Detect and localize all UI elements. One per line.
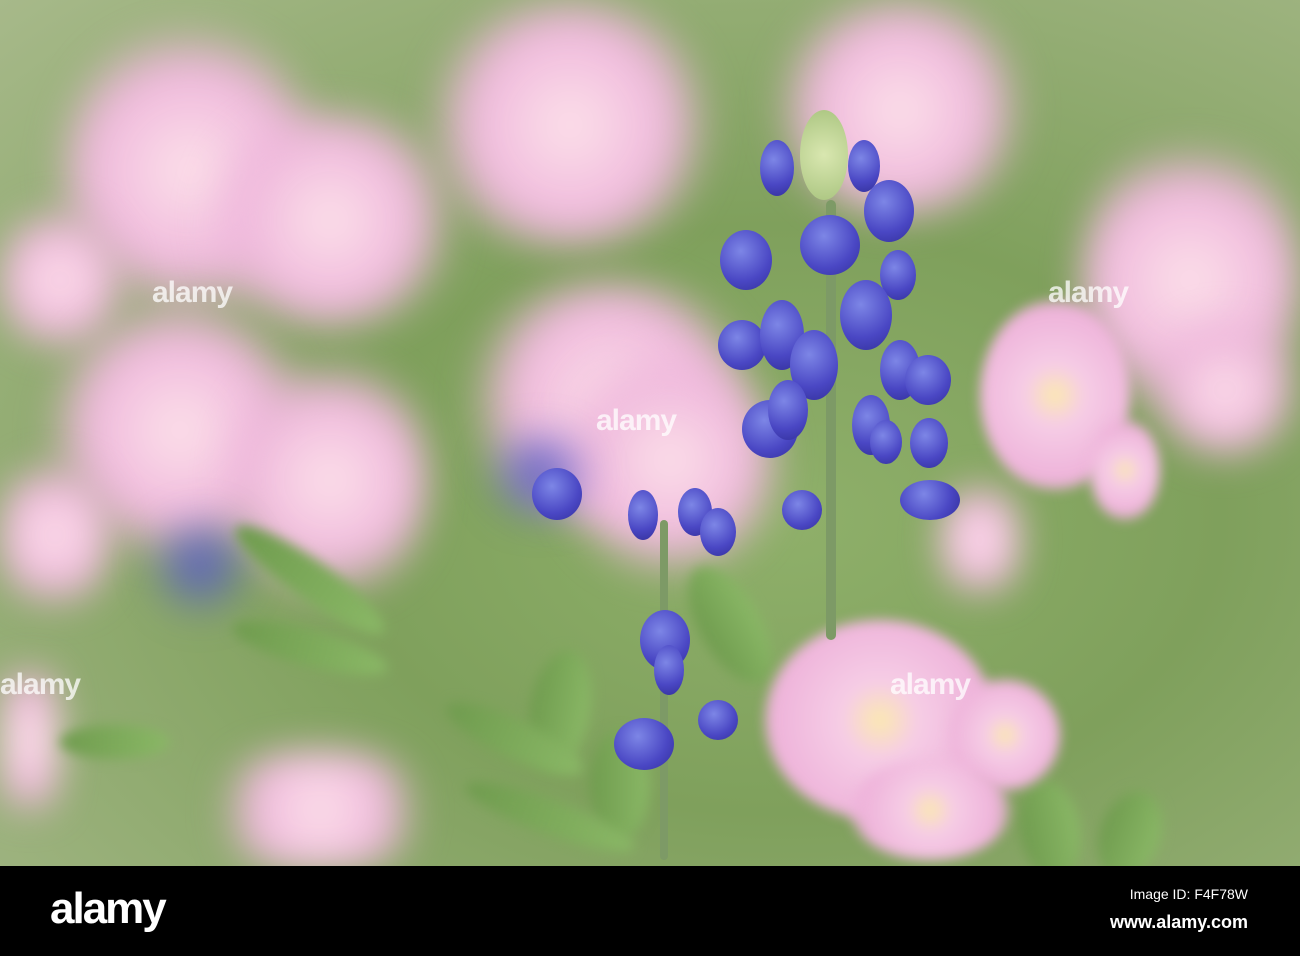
bluebonnet-petal (720, 230, 772, 290)
leaf (60, 725, 170, 759)
pink-flower-blur (0, 450, 110, 620)
alamy-watermark: alamy (152, 276, 233, 309)
pink-flower-blur (200, 750, 440, 866)
leaf (1086, 782, 1174, 866)
alamy-watermark: alamy (1048, 276, 1129, 309)
bluebonnet-petal (698, 700, 738, 740)
bluebonnet-petal (614, 718, 674, 770)
bluebonnet-petal (910, 418, 948, 468)
image-id: Image ID: F4F78W (1129, 886, 1248, 902)
bluebonnet-petal (628, 490, 658, 540)
bluebonnet-petal (532, 468, 582, 520)
pink-flower-blur (200, 110, 460, 330)
bluebonnet-petal (870, 420, 902, 464)
alamy-logo[interactable]: alamy (50, 884, 167, 934)
bluebonnet-petal (768, 380, 808, 440)
bluebonnet-petal (905, 355, 951, 405)
pink-flower (1090, 420, 1160, 520)
bluebonnet-petal (782, 490, 822, 530)
bluebonnet-petal (800, 215, 860, 275)
flower-photo: alamy alamy alamy alamy alamy (0, 0, 1300, 866)
bluebonnet-petal (654, 645, 684, 695)
footer-bar: alamy Image ID: F4F78W www.alamy.com (0, 866, 1300, 956)
bluebonnet-petal (840, 280, 892, 350)
bluebonnet-petal (760, 140, 794, 196)
bluebonnet-petal (718, 320, 766, 370)
alamy-watermark: alamy (890, 668, 971, 701)
bluebonnet-petal (900, 480, 960, 520)
bluebonnet-petal (864, 180, 914, 242)
pink-flower (850, 760, 1010, 860)
website-link[interactable]: www.alamy.com (1110, 912, 1248, 933)
lupine-bud-tip (800, 110, 848, 200)
alamy-watermark: alamy (0, 668, 81, 701)
pink-flower-blur (1150, 320, 1300, 460)
bluebonnet-petal (700, 508, 736, 556)
alamy-watermark: alamy (596, 404, 677, 437)
pink-flower-blur (420, 0, 720, 250)
leaf (1011, 775, 1089, 866)
